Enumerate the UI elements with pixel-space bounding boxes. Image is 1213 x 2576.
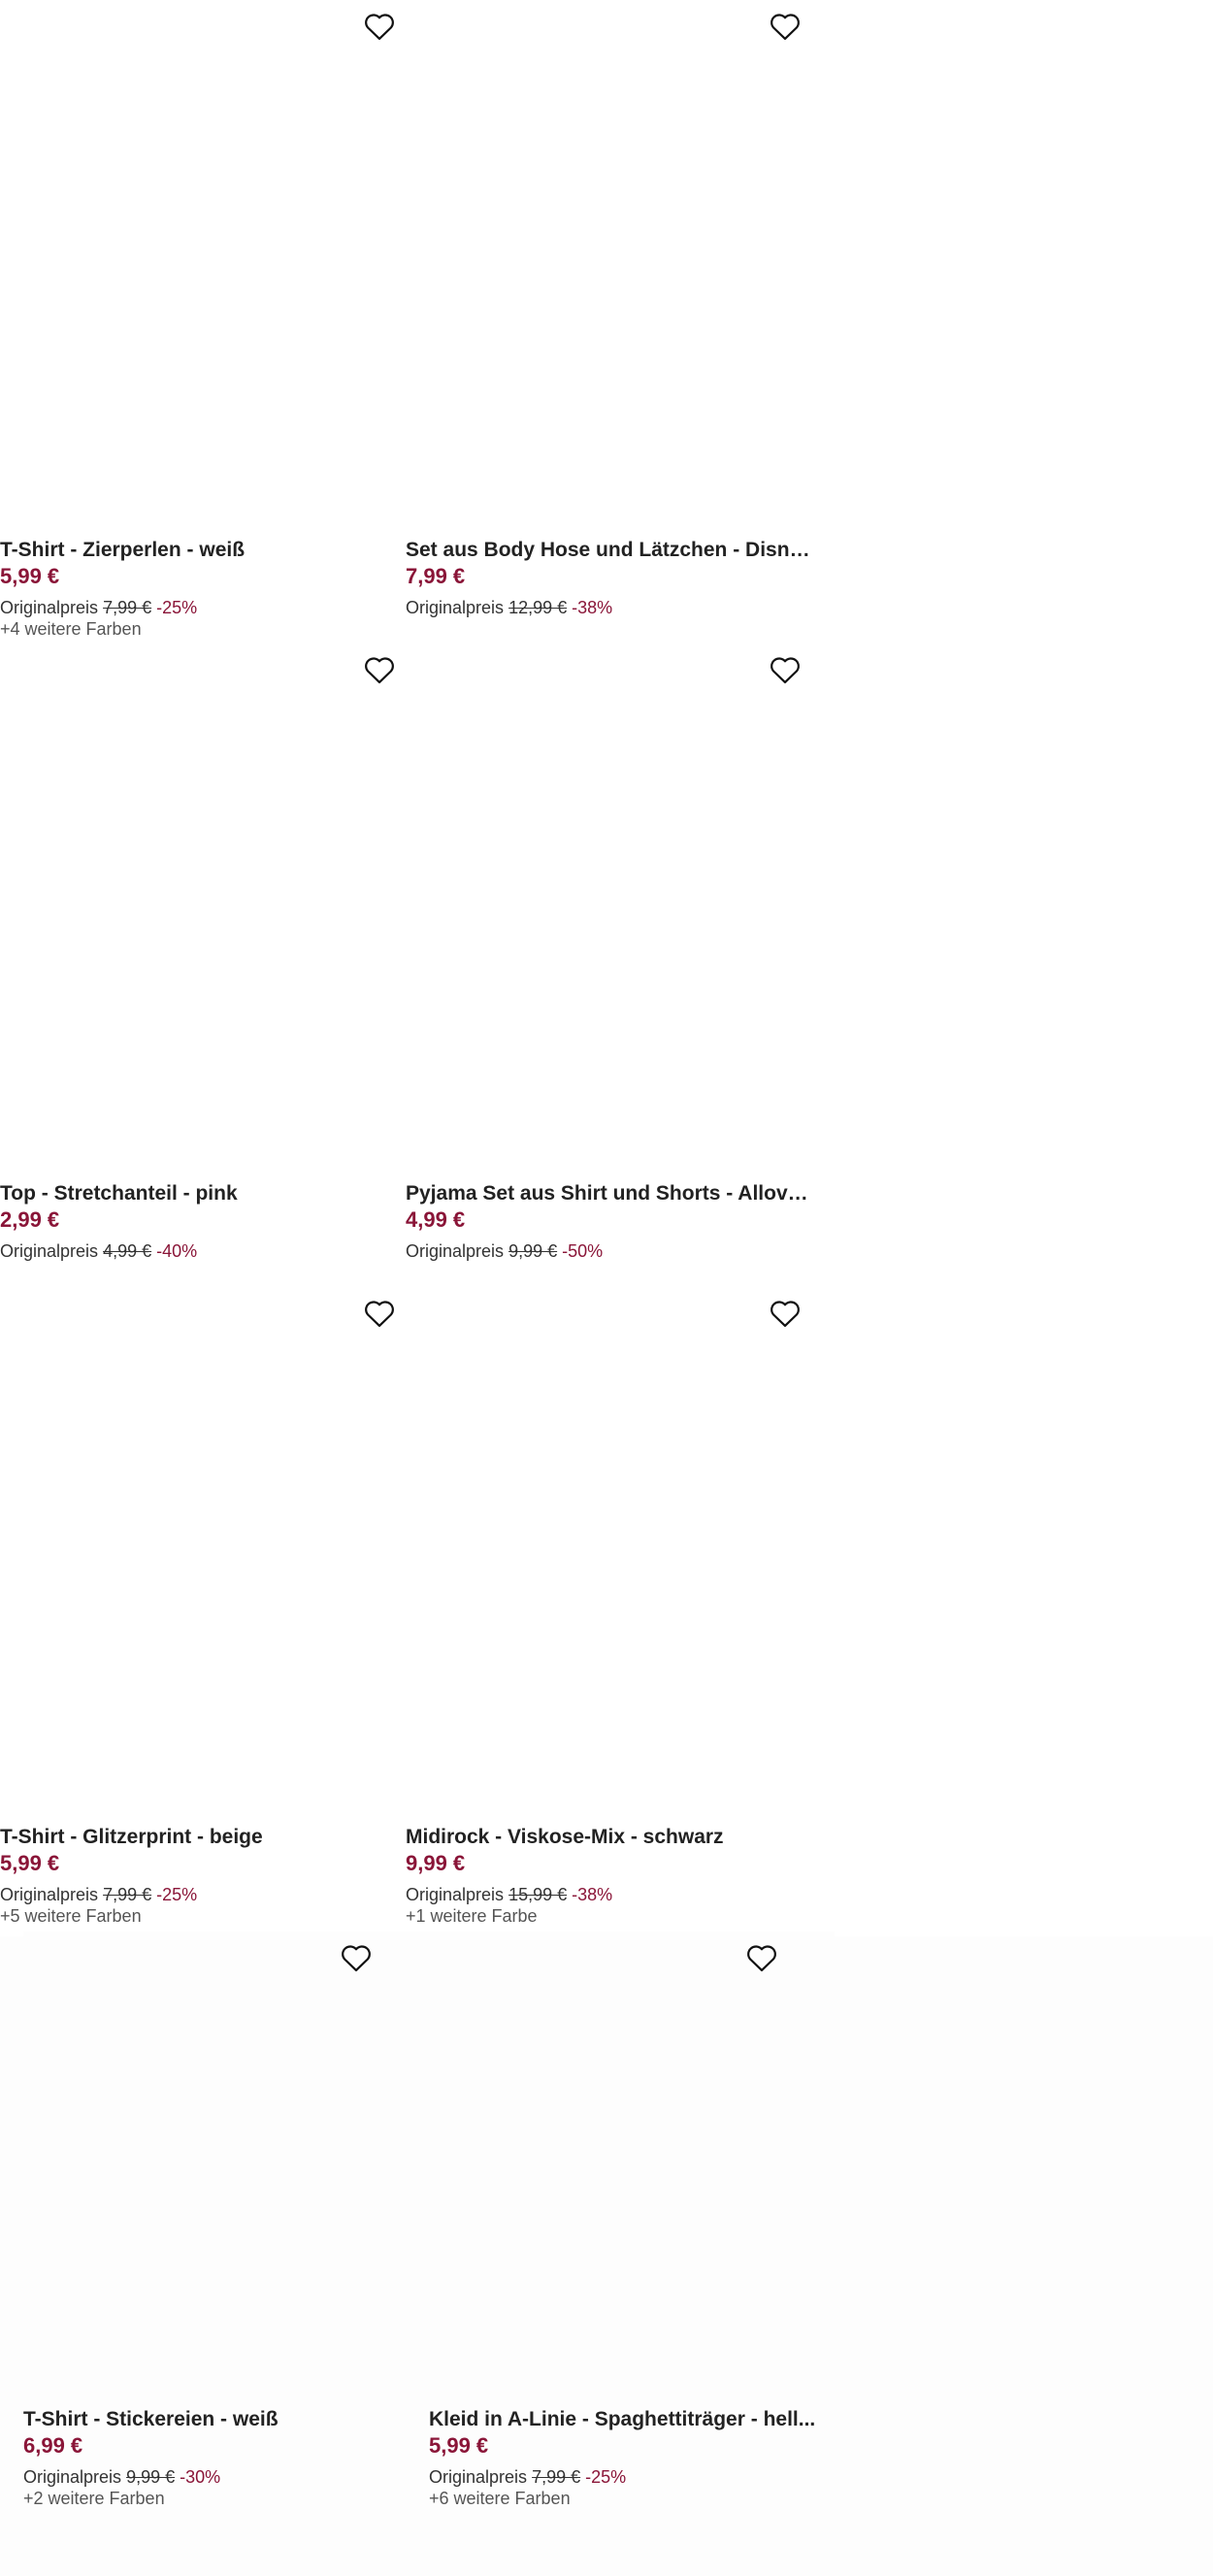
product-info: Set aus Body Hose und Lätzchen - Disney … [406,538,811,618]
original-price-line: Originalpreis 9,99 € -30% [23,2466,429,2488]
discount-badge: -25% [156,598,198,617]
discount-badge: -38% [572,1885,613,1904]
original-price: 12,99 € [508,598,568,617]
product-grid: T-Shirt - Zierperlen - weiß 5,99 € Origi… [0,0,1213,2576]
product-card[interactable]: Midirock - Viskose-Mix - schwarz 9,99 € … [406,1287,811,1926]
product-title[interactable]: Set aus Body Hose und Lätzchen - Disney … [406,538,811,563]
product-card[interactable]: T-Shirt - Stickereien - weiß 6,99 € Orig… [23,1932,429,2514]
original-price-label: Originalpreis [406,598,505,617]
more-colors-link[interactable]: +2 weitere Farben [23,2488,429,2509]
product-info: Pyjama Set aus Shirt und Shorts - Allove… [406,1181,811,1262]
heart-outline-icon[interactable] [363,12,396,41]
product-info: Kleid in A-Linie - Spaghettiträger - hel… [429,2407,835,2509]
product-price: 4,99 € [406,1207,466,1232]
original-price-label: Originalpreis [0,1885,99,1904]
original-price-label: Originalpreis [406,1885,505,1904]
original-price: 7,99 € [103,1885,152,1904]
heart-outline-icon[interactable] [745,1943,778,1972]
product-info: T-Shirt - Zierperlen - weiß 5,99 € Origi… [0,538,406,640]
product-card[interactable]: Top - Stretchanteil - pink 2,99 € Origin… [0,644,406,1261]
product-price: 9,99 € [406,1851,466,1875]
product-info: T-Shirt - Glitzerprint - beige 5,99 € Or… [0,1825,406,1927]
original-price-line: Originalpreis 9,99 € -50% [406,1240,811,1262]
product-image[interactable] [23,1932,429,2456]
discount-badge: -40% [156,1241,198,1261]
original-price-line: Originalpreis 7,99 € -25% [0,1884,406,1905]
heart-outline-icon[interactable] [363,655,396,684]
product-title[interactable]: T-Shirt - Zierperlen - weiß [0,538,406,563]
product-image[interactable] [0,1287,406,1811]
product-image[interactable] [0,0,406,524]
heart-outline-icon[interactable] [769,655,802,684]
more-colors-link[interactable]: +6 weitere Farben [429,2488,835,2509]
more-colors-link[interactable]: +1 weitere Farbe [406,1905,811,1927]
original-price-label: Originalpreis [0,598,99,617]
product-title[interactable]: Kleid in A-Linie - Spaghettiträger - hel… [429,2407,835,2432]
heart-outline-icon[interactable] [363,1299,396,1328]
product-price: 2,99 € [0,1207,60,1232]
product-title[interactable]: Pyjama Set aus Shirt und Shorts - Allove… [406,1181,811,1206]
discount-badge: -30% [180,2467,221,2487]
original-price: 9,99 € [126,2467,176,2487]
product-price: 6,99 € [23,2433,83,2458]
product-title[interactable]: T-Shirt - Stickereien - weiß [23,2407,429,2432]
original-price: 9,99 € [508,1241,558,1261]
original-price-label: Originalpreis [0,1241,99,1261]
heart-outline-icon[interactable] [769,12,802,41]
original-price-line: Originalpreis 4,99 € -40% [0,1240,406,1262]
original-price: 7,99 € [103,598,152,617]
original-price: 7,99 € [532,2467,581,2487]
more-colors-link[interactable]: +5 weitere Farben [0,1905,406,1927]
product-image[interactable] [406,1287,811,1811]
original-price-line: Originalpreis 12,99 € -38% [406,597,811,618]
product-price: 7,99 € [406,564,466,588]
product-price: 5,99 € [0,1851,60,1875]
original-price-label: Originalpreis [23,2467,122,2487]
product-card[interactable]: Kleid in A-Linie - Spaghettiträger - hel… [429,1932,835,2514]
product-info: T-Shirt - Stickereien - weiß 6,99 € Orig… [23,2407,429,2509]
product-card[interactable]: T-Shirt - Zierperlen - weiß 5,99 € Origi… [0,0,406,639]
product-image[interactable] [406,644,811,1168]
product-info: Top - Stretchanteil - pink 2,99 € Origin… [0,1181,406,1262]
product-image[interactable] [0,644,406,1168]
product-price: 5,99 € [0,564,60,588]
product-image[interactable] [429,1932,835,2456]
product-image[interactable] [406,0,811,524]
original-price-line: Originalpreis 7,99 € -25% [0,597,406,618]
discount-badge: -25% [156,1885,198,1904]
heart-outline-icon[interactable] [769,1299,802,1328]
product-card[interactable]: Set aus Body Hose und Lätzchen - Disney … [406,0,811,617]
original-price-label: Originalpreis [429,2467,528,2487]
discount-badge: -38% [572,598,613,617]
product-title[interactable]: T-Shirt - Glitzerprint - beige [0,1825,406,1850]
original-price: 4,99 € [103,1241,152,1261]
more-colors-link[interactable]: +4 weitere Farben [0,618,406,640]
product-card[interactable]: Pyjama Set aus Shirt und Shorts - Allove… [406,644,811,1261]
original-price-label: Originalpreis [406,1241,505,1261]
discount-badge: -50% [562,1241,604,1261]
product-info: Midirock - Viskose-Mix - schwarz 9,99 € … [406,1825,811,1927]
product-title[interactable]: Top - Stretchanteil - pink [0,1181,406,1206]
product-title[interactable]: Midirock - Viskose-Mix - schwarz [406,1825,811,1850]
product-price: 5,99 € [429,2433,489,2458]
original-price: 15,99 € [508,1885,568,1904]
heart-outline-icon[interactable] [340,1943,373,1972]
original-price-line: Originalpreis 7,99 € -25% [429,2466,835,2488]
discount-badge: -25% [585,2467,627,2487]
product-card[interactable]: T-Shirt - Glitzerprint - beige 5,99 € Or… [0,1287,406,1926]
original-price-line: Originalpreis 15,99 € -38% [406,1884,811,1905]
